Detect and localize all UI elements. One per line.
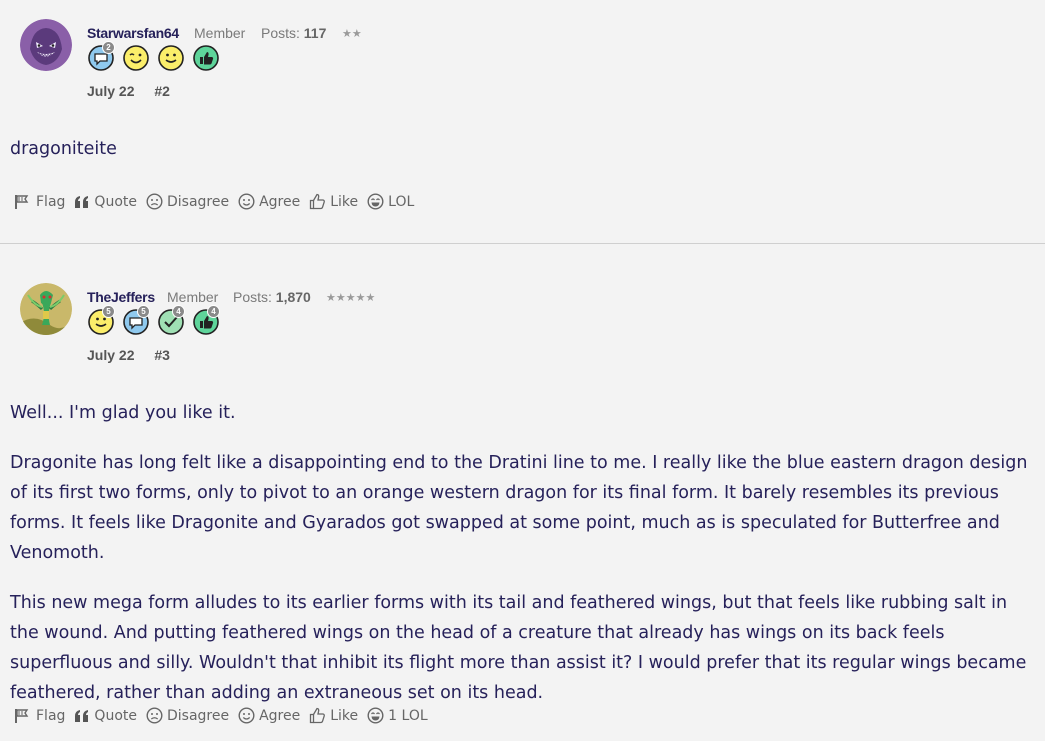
lol-button[interactable]: LOL: [367, 193, 414, 210]
frown-face-icon: [146, 193, 163, 210]
lol-button[interactable]: 1 LOL: [367, 707, 428, 724]
username[interactable]: TheJeffers: [87, 289, 155, 305]
post-paragraph: Dragonite has long felt like a disappoin…: [10, 453, 1028, 563]
smile-face-icon[interactable]: [158, 45, 184, 71]
agree-button[interactable]: Agree: [238, 193, 300, 210]
wink-face-icon[interactable]: [123, 45, 149, 71]
thumbs-up-icon[interactable]: 4: [193, 305, 220, 335]
quote-button[interactable]: Quote: [74, 194, 137, 210]
flag-label: Flag: [36, 193, 66, 210]
smile-face-icon[interactable]: 5: [88, 305, 115, 335]
post-2: Starwarsfan64 Member Posts: 117 ★★ 2 Jul…: [0, 0, 1045, 243]
disagree-label: Disagree: [166, 193, 230, 210]
post-meta: July 22 #3: [87, 347, 186, 363]
rank-stars: ★★★★★: [326, 291, 376, 304]
smile-face-icon: [238, 193, 255, 210]
post-count: Posts: 1,870: [233, 289, 311, 305]
quote-label: Quote: [94, 193, 137, 210]
agree-label: Agree: [259, 193, 301, 210]
disagree-button[interactable]: Disagree: [146, 707, 229, 724]
reaction-bar: Flag Quote Disagree Agree Like LOL: [14, 193, 423, 210]
rank-stars: ★★: [342, 27, 362, 40]
flag-icon: [15, 194, 29, 209]
post-body: Well... I'm glad you like it. Dragonite …: [10, 398, 1035, 728]
post-paragraph: dragoniteite: [10, 139, 117, 159]
thumbs-up-icon: [310, 193, 326, 210]
user-role: Member: [167, 289, 219, 305]
post-paragraph: This new mega form alludes to its earlie…: [10, 593, 1027, 703]
agree-label: Agree: [259, 707, 301, 724]
comment-icon[interactable]: 5: [123, 305, 150, 335]
flag-button[interactable]: Flag: [14, 708, 65, 724]
badge-list: 5 5 4 4: [88, 305, 220, 335]
badge-count: 5: [137, 305, 150, 318]
badge-count: 5: [102, 305, 115, 318]
post-paragraph: Well... I'm glad you like it.: [10, 403, 236, 423]
quote-label: Quote: [94, 707, 137, 724]
avatar[interactable]: [20, 283, 72, 335]
like-label: Like: [330, 707, 359, 724]
post-number[interactable]: #3: [154, 347, 170, 363]
post-count-label: Posts:: [233, 289, 272, 305]
badge-list: 2: [88, 41, 219, 71]
user-role: Member: [194, 25, 246, 41]
post-count-value: 117: [303, 25, 327, 41]
thumbs-up-icon: [310, 707, 326, 724]
thumbs-up-icon[interactable]: [193, 45, 219, 71]
disagree-button[interactable]: Disagree: [146, 193, 229, 210]
quote-icon: [75, 709, 89, 722]
agree-button[interactable]: Agree: [238, 707, 300, 724]
quote-icon: [75, 195, 89, 208]
like-button[interactable]: Like: [309, 193, 358, 210]
lol-label: LOL: [388, 193, 415, 210]
like-button[interactable]: Like: [309, 707, 358, 724]
post-count-label: Posts:: [261, 25, 300, 41]
reaction-bar: Flag Quote Disagree Agree Like 1 LOL: [14, 707, 437, 724]
like-label: Like: [330, 193, 359, 210]
badge-count: 4: [207, 305, 220, 318]
avatar[interactable]: [20, 19, 72, 71]
laugh-face-icon: [367, 193, 384, 210]
post-date[interactable]: July 22: [87, 83, 134, 99]
flag-icon: [15, 708, 29, 723]
post-3: TheJeffers Member Posts: 1,870 ★★★★★ 5 5…: [0, 244, 1045, 741]
disagree-label: Disagree: [166, 707, 230, 724]
smile-face-icon: [238, 707, 255, 724]
post-count: Posts: 117: [261, 25, 326, 41]
comment-icon[interactable]: 2: [88, 41, 115, 71]
post-count-value: 1,870: [275, 289, 311, 305]
checkmark-icon[interactable]: 4: [158, 305, 185, 335]
badge-count: 4: [172, 305, 185, 318]
flag-label: Flag: [36, 707, 66, 724]
lol-label: 1 LOL: [388, 707, 428, 724]
post-meta: July 22 #2: [87, 83, 186, 99]
badge-count: 2: [102, 41, 115, 54]
post-number[interactable]: #2: [154, 83, 170, 99]
laugh-face-icon: [367, 707, 384, 724]
frown-face-icon: [146, 707, 163, 724]
post-date[interactable]: July 22: [87, 347, 134, 363]
quote-button[interactable]: Quote: [74, 708, 137, 724]
username[interactable]: Starwarsfan64: [87, 25, 179, 41]
post-body: dragoniteite: [10, 134, 1035, 184]
flag-button[interactable]: Flag: [14, 194, 65, 210]
